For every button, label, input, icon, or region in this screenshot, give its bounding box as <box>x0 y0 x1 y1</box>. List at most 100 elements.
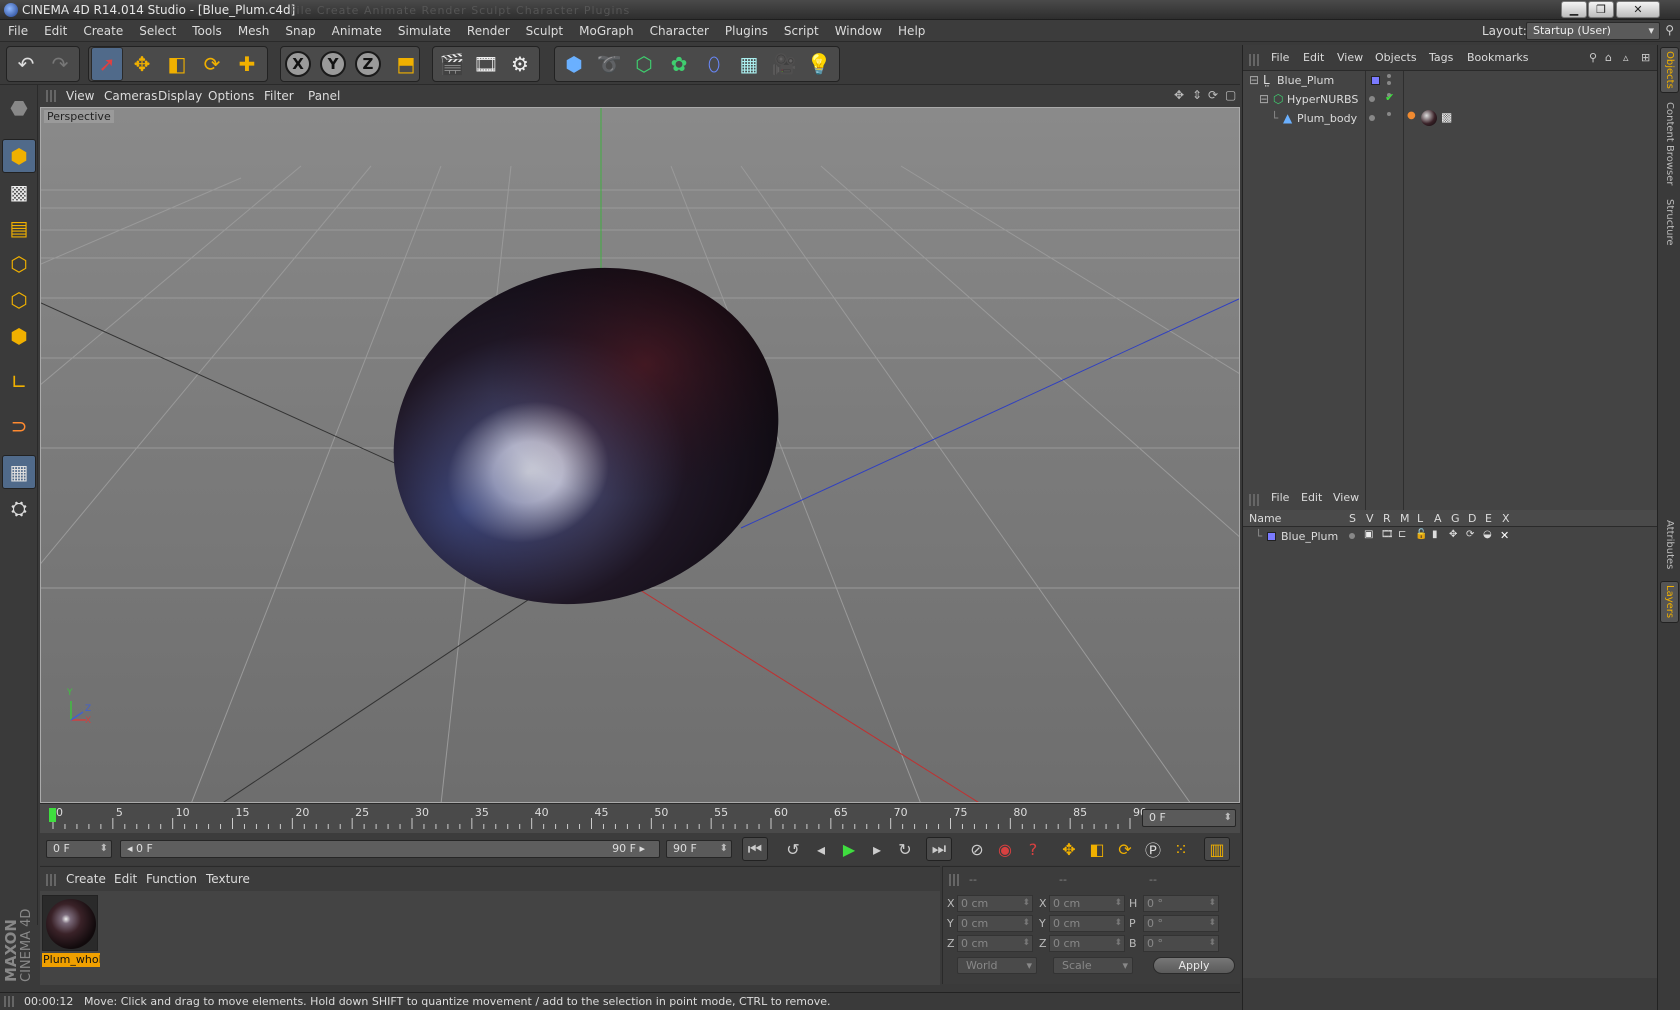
layer-col-locked[interactable]: L <box>1417 512 1423 525</box>
perspective-viewport[interactable]: Perspective Y Z X <box>40 107 1240 803</box>
tweak-mode-icon[interactable]: ⊃ <box>2 409 36 443</box>
coord-size-x-field[interactable]: 0 cm <box>1049 895 1125 912</box>
material-name-label[interactable]: Plum_whol <box>42 953 100 967</box>
layer-deformer-toggle-icon[interactable]: ⟳ <box>1466 529 1474 540</box>
editor-visibility-dot[interactable] <box>1369 115 1375 121</box>
layer-col-generators[interactable]: G <box>1451 512 1460 525</box>
tab-layers[interactable]: Layers <box>1660 581 1679 623</box>
key-scale-icon[interactable]: ◧ <box>1084 837 1110 861</box>
layer-solo-toggle-icon[interactable] <box>1349 533 1355 539</box>
objects-menu-edit[interactable]: Edit <box>1303 51 1324 64</box>
timeline-ruler[interactable]: 0 5 10 15 20 25 30 35 40 45 50 55 60 65 70 75 80 85 90 0 F <box>40 803 1240 833</box>
snap-grid-icon[interactable]: ▦ <box>2 455 36 489</box>
layer-col-solo[interactable]: S <box>1349 512 1356 525</box>
layer-col-manager[interactable]: M <box>1400 512 1410 525</box>
menu-animate[interactable]: Animate <box>324 20 390 42</box>
points-mode-icon[interactable]: ⬡ <box>2 247 36 281</box>
coord-pos-y-field[interactable]: 0 cm <box>957 915 1033 932</box>
record-keys-icon[interactable]: ⊘ <box>964 837 990 861</box>
render-visibility-dot[interactable] <box>1387 112 1391 116</box>
goto-prev-key-icon[interactable]: ↺ <box>780 837 806 861</box>
panel-grip-icon[interactable] <box>46 90 56 102</box>
camera-object-icon[interactable]: 🎥 <box>768 47 800 81</box>
restore-button[interactable]: ❐ <box>1588 1 1614 18</box>
deformer-object-icon[interactable]: ⬯ <box>698 47 730 81</box>
menu-script[interactable]: Script <box>776 20 827 42</box>
layer-lock-toggle-icon[interactable]: 🔓 <box>1415 529 1427 540</box>
objects-menu-tags[interactable]: Tags <box>1429 51 1453 64</box>
coord-pos-z-field[interactable]: 0 cm <box>957 935 1033 952</box>
light-object-icon[interactable]: 💡 <box>803 47 835 81</box>
z-axis-lock-button[interactable]: Z <box>355 51 381 77</box>
workplane-mode-icon[interactable]: ▤ <box>2 211 36 245</box>
menu-create[interactable]: Create <box>75 20 131 42</box>
layers-menu-file[interactable]: File <box>1271 491 1289 504</box>
key-parameter-icon[interactable]: Ⓟ <box>1140 837 1166 861</box>
layer-col-view[interactable]: V <box>1366 512 1374 525</box>
object-row-blue-plum[interactable]: ⊟ L̤ Blue_Plum <box>1243 71 1658 90</box>
object-row-hypernurbs[interactable]: ⊟ ⬡ HyperNURBS ✔ <box>1243 90 1658 109</box>
rotate-view-icon[interactable]: ⟳ <box>1208 88 1218 102</box>
spline-object-icon[interactable]: ➰ <box>593 47 625 81</box>
layer-color-swatch[interactable] <box>1267 532 1276 541</box>
menu-character[interactable]: Character <box>642 20 717 42</box>
enabled-check-icon[interactable]: ✔ <box>1385 91 1394 104</box>
polygons-mode-icon[interactable]: ⬢ <box>2 319 36 353</box>
objects-grip-icon[interactable] <box>1249 54 1259 66</box>
tab-attributes[interactable]: Attributes <box>1660 515 1679 575</box>
menu-plugins[interactable]: Plugins <box>717 20 776 42</box>
layer-col-xref[interactable]: X <box>1502 512 1510 525</box>
end-frame-field[interactable]: 90 F <box>666 840 732 858</box>
menu-select[interactable]: Select <box>131 20 184 42</box>
redo-icon[interactable]: ↷ <box>44 47 76 81</box>
material-swatch[interactable] <box>42 895 98 951</box>
tree-expand-icon[interactable]: ⊟ <box>1259 92 1269 106</box>
render-view-icon[interactable]: 🎬 <box>436 47 468 81</box>
layer-view-toggle-icon[interactable]: ▣ <box>1364 529 1373 540</box>
objects-menu-file[interactable]: File <box>1271 51 1289 64</box>
objects-home-icon[interactable]: ⌂ <box>1605 51 1612 64</box>
tab-content-browser[interactable]: Content Browser <box>1660 99 1679 189</box>
goto-next-frame-icon[interactable]: ▸ <box>864 837 890 861</box>
material-menu-create[interactable]: Create <box>66 872 106 886</box>
key-pla-icon[interactable]: ⁙ <box>1168 837 1194 861</box>
objects-new-window-icon[interactable]: ⊞ <box>1641 51 1650 64</box>
material-tag-icon[interactable] <box>1421 110 1437 126</box>
layer-generator-toggle-icon[interactable]: ✥ <box>1449 529 1457 540</box>
render-picture-viewer-icon[interactable]: 🎞 <box>470 47 502 81</box>
menu-mesh[interactable]: Mesh <box>230 20 278 42</box>
live-selection-icon[interactable]: ➚ <box>91 47 123 81</box>
material-menu-edit[interactable]: Edit <box>114 872 137 886</box>
minimize-button[interactable]: ▁ <box>1561 1 1587 18</box>
make-editable-icon[interactable]: ⬣ <box>2 91 36 125</box>
playhead-marker[interactable] <box>49 808 56 822</box>
objects-up-icon[interactable]: ▵ <box>1623 51 1629 64</box>
workplane-lock-icon[interactable]: ⛭ <box>2 491 36 525</box>
editor-visibility-dot[interactable] <box>1387 74 1391 78</box>
pan-view-icon[interactable]: ✥ <box>1174 88 1184 102</box>
apply-button[interactable]: Apply <box>1153 957 1235 974</box>
zoom-view-icon[interactable]: ⇕ <box>1192 88 1202 102</box>
menu-file[interactable]: File <box>0 20 36 42</box>
editor-visibility-dot[interactable] <box>1369 96 1375 102</box>
viewport-menu-filter[interactable]: Filter <box>264 89 294 103</box>
coordinate-system-icon[interactable]: ⬒ <box>390 47 422 81</box>
rotate-tool-icon[interactable]: ⟳ <box>196 47 228 81</box>
material-grip-icon[interactable] <box>46 874 56 886</box>
model-mode-icon[interactable]: ⬢ <box>2 139 36 173</box>
objects-menu-bookmarks[interactable]: Bookmarks <box>1467 51 1528 64</box>
timeline-window-icon[interactable]: ▥ <box>1204 837 1230 861</box>
objects-search-icon[interactable]: ⚲ <box>1589 51 1597 64</box>
axis-mode-icon[interactable]: ∟ <box>2 365 36 399</box>
material-menu-texture[interactable]: Texture <box>206 872 250 886</box>
menu-help[interactable]: Help <box>890 20 933 42</box>
current-frame-field[interactable]: 0 F <box>1142 809 1236 827</box>
layer-animation-toggle-icon[interactable]: ▮ <box>1432 529 1438 540</box>
layer-col-expressions[interactable]: E <box>1485 512 1492 525</box>
coord-pos-x-field[interactable]: 0 cm <box>957 895 1033 912</box>
layers-grip-icon[interactable] <box>1249 494 1259 506</box>
nurbs-object-icon[interactable]: ⬡ <box>628 47 660 81</box>
menu-simulate[interactable]: Simulate <box>390 20 459 42</box>
coord-rot-b-field[interactable]: 0 ° <box>1143 935 1219 952</box>
tree-expand-icon[interactable]: ⊟ <box>1249 73 1259 87</box>
